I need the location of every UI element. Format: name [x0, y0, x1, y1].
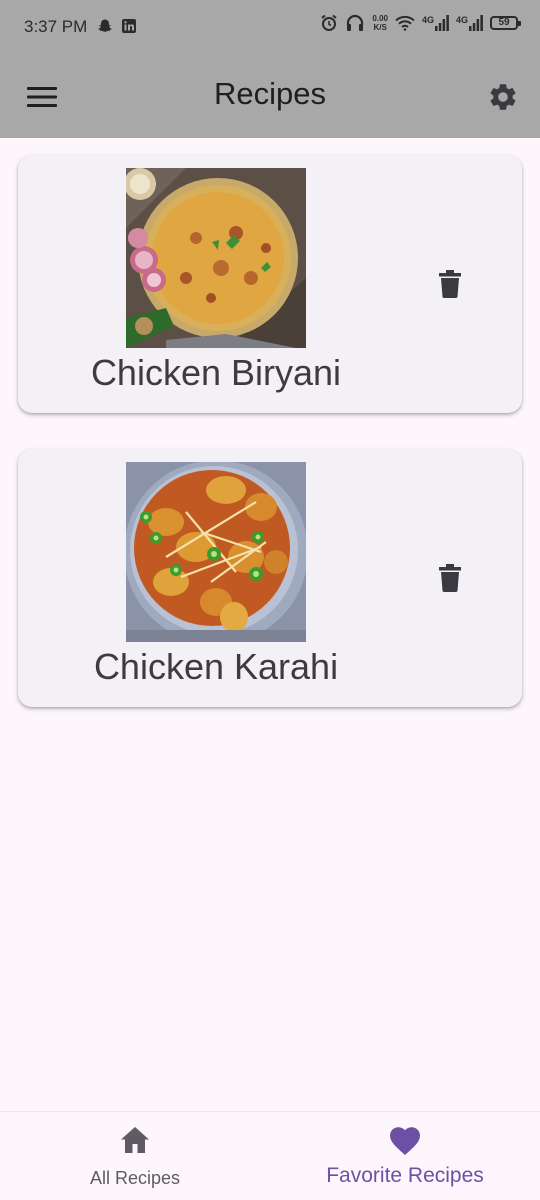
- network-type-1: 4G: [421, 15, 434, 25]
- signal-icon: [434, 15, 449, 31]
- battery-icon: 59: [490, 16, 521, 30]
- status-time: 3:37 PM: [24, 17, 88, 36]
- settings-button[interactable]: [486, 80, 520, 114]
- recipe-name: Chicken Karahi: [93, 646, 339, 687]
- network-type-2: 4G: [455, 15, 468, 25]
- battery-level: 59: [498, 17, 510, 28]
- nav-favorite-recipes[interactable]: Favorite Recipes: [270, 1112, 540, 1200]
- recipe-card-chicken-biryani[interactable]: Chicken Biryani: [18, 155, 522, 413]
- nav-favorite-recipes-label: Favorite Recipes: [326, 1164, 484, 1187]
- nav-all-recipes-icon-wrap: [0, 1126, 270, 1154]
- nav-all-recipes[interactable]: All Recipes: [0, 1112, 270, 1200]
- network-speed: 0.00 K/S: [372, 14, 388, 32]
- favorite-recipes-screen: 3:37 PM 0.00 K/S 4G 4G 59 Recipes Chicke…: [0, 0, 540, 1200]
- recipe-name: Chicken Biryani: [90, 352, 342, 393]
- nav-all-recipes-label: All Recipes: [89, 1168, 181, 1188]
- alarm-icon: [321, 14, 338, 31]
- wifi-icon: [395, 15, 415, 31]
- chicken-biryani-photo: [126, 168, 306, 348]
- snapchat-icon: [98, 19, 112, 32]
- headphones-icon: [347, 14, 364, 31]
- status-notification-icons: [97, 18, 137, 34]
- heart-icon: [390, 1127, 420, 1155]
- signal-strength-2: 4G: [456, 15, 483, 31]
- delete-recipe-button[interactable]: [436, 267, 464, 301]
- trash-icon: [439, 270, 461, 298]
- delete-recipe-button[interactable]: [436, 561, 464, 595]
- status-bar: 3:37 PM 0.00 K/S 4G 4G 59: [0, 0, 540, 56]
- trash-icon: [439, 564, 461, 592]
- status-system-icons: 0.00 K/S 4G 4G 59: [320, 14, 521, 32]
- nav-favorite-recipes-icon-wrap: [270, 1126, 540, 1156]
- signal-icon: [469, 15, 483, 31]
- bottom-navigation: All Recipes Favorite Recipes: [0, 1111, 540, 1200]
- network-speed-unit: K/S: [373, 23, 387, 32]
- signal-strength-1: 4G: [422, 15, 449, 31]
- linkedin-icon: [122, 19, 136, 33]
- recipe-card-chicken-karahi[interactable]: Chicken Karahi: [18, 449, 522, 707]
- gear-icon: [490, 84, 516, 110]
- home-icon: [121, 1127, 149, 1153]
- chicken-karahi-photo: [126, 462, 306, 642]
- network-speed-value: 0.00: [372, 14, 388, 23]
- page-title: Recipes: [214, 76, 326, 111]
- app-bar: Recipes: [0, 56, 540, 138]
